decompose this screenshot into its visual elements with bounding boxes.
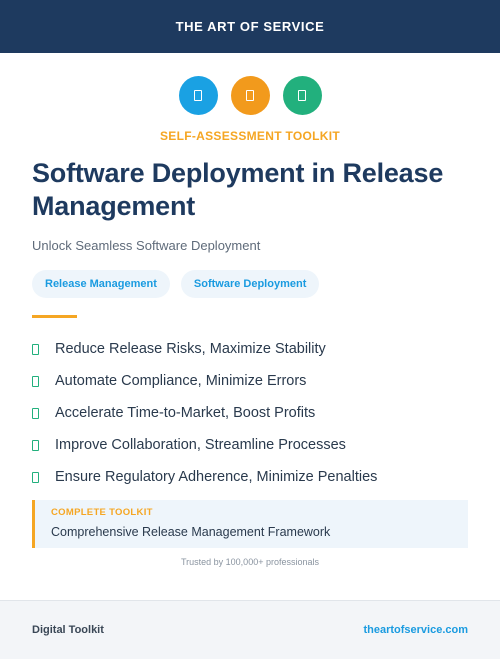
header-bar: THE ART OF SERVICE <box>0 0 500 53</box>
kicker-label: SELF-ASSESSMENT TOOLKIT <box>159 129 341 143</box>
document-icon <box>282 76 322 115</box>
document-icon <box>178 76 218 115</box>
accent-divider <box>32 315 77 318</box>
trust-note: Trusted by 100,000+ professionals <box>180 557 319 567</box>
benefit-item: Improve Collaboration, Streamline Proces… <box>32 429 377 461</box>
website-link[interactable]: theartofservice.com <box>363 624 468 636</box>
tag-list: Release Management Software Deployment <box>32 270 320 298</box>
benefit-text: Accelerate Time-to-Market, Boost Profits <box>55 405 316 421</box>
benefit-item: Accelerate Time-to-Market, Boost Profits <box>32 397 377 429</box>
benefit-text: Improve Collaboration, Streamline Proces… <box>55 437 346 453</box>
benefit-item: Automate Compliance, Minimize Errors <box>32 365 377 397</box>
toolkit-callout: COMPLETE TOOLKIT Comprehensive Release M… <box>32 500 468 548</box>
page-title: Software Deployment in Release Managemen… <box>32 158 444 221</box>
benefit-text: Reduce Release Risks, Maximize Stability <box>55 341 326 357</box>
benefit-item: Reduce Release Risks, Maximize Stability <box>32 333 377 365</box>
check-icon <box>32 471 39 483</box>
footer-bar: Digital Toolkit theartofservice.com <box>0 600 500 659</box>
callout-text: Comprehensive Release Management Framewo… <box>51 525 331 539</box>
document-icon <box>230 76 270 115</box>
tag-release-management: Release Management <box>32 270 170 298</box>
footer-label: Digital Toolkit <box>32 624 104 636</box>
brand-title: THE ART OF SERVICE <box>175 19 325 34</box>
benefit-text: Ensure Regulatory Adherence, Minimize Pe… <box>55 469 378 485</box>
icon-row <box>0 76 500 115</box>
benefit-text: Automate Compliance, Minimize Errors <box>55 373 307 389</box>
check-icon <box>32 375 39 387</box>
tag-software-deployment: Software Deployment <box>180 270 320 298</box>
subtitle: Unlock Seamless Software Deployment <box>32 238 261 253</box>
callout-label: COMPLETE TOOLKIT <box>51 507 153 518</box>
check-icon <box>32 439 39 451</box>
benefit-list: Reduce Release Risks, Maximize Stability… <box>32 333 377 493</box>
benefit-item: Ensure Regulatory Adherence, Minimize Pe… <box>32 461 377 493</box>
check-icon <box>32 407 39 419</box>
check-icon <box>32 343 39 355</box>
